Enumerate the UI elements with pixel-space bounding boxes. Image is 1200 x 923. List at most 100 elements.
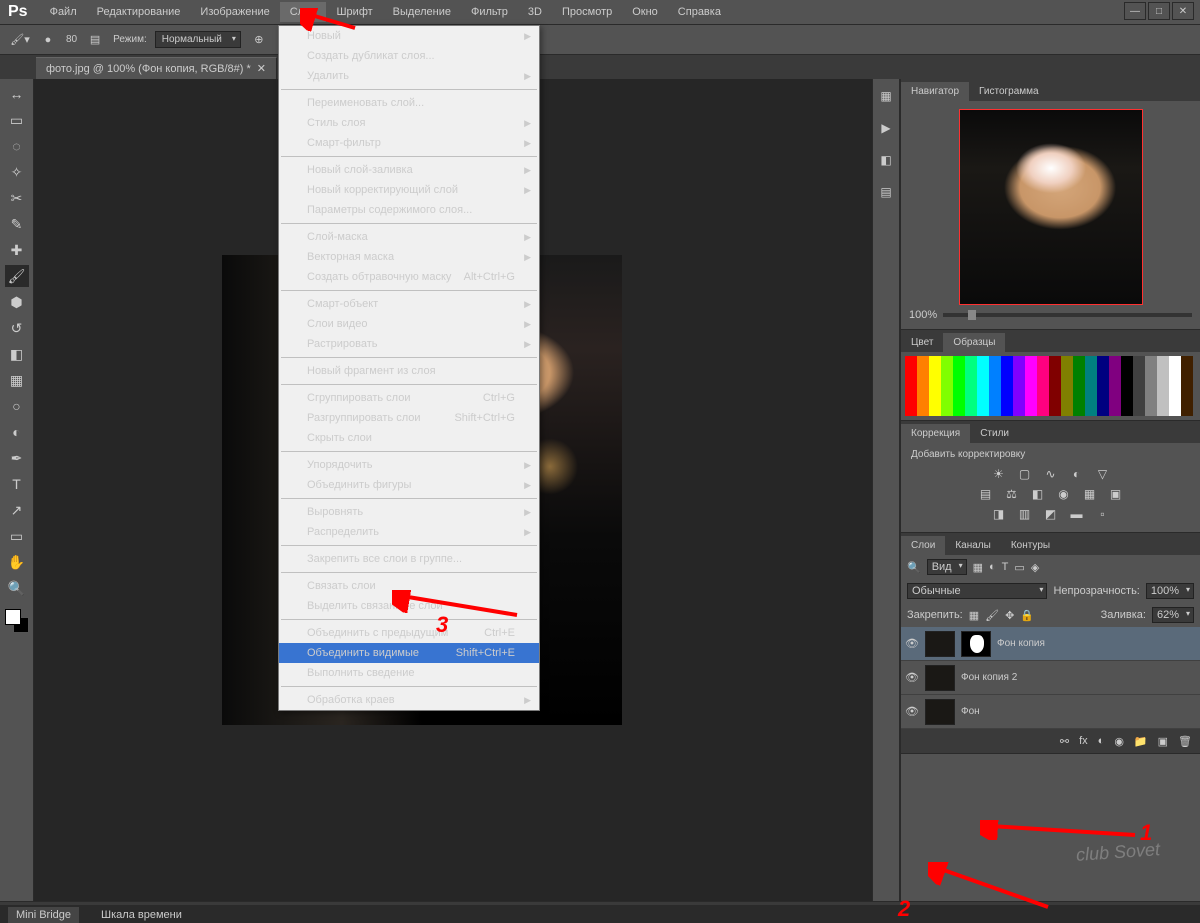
swatch-cell[interactable] (941, 404, 953, 416)
new-group-icon[interactable]: 📁 (1134, 735, 1148, 748)
swatch-cell[interactable] (1097, 368, 1109, 380)
tab-color[interactable]: Цвет (901, 333, 943, 352)
tab-swatches[interactable]: Образцы (943, 333, 1005, 352)
swatch-cell[interactable] (1061, 392, 1073, 404)
tool-stamp[interactable]: ⬢ (5, 291, 29, 313)
adj-exposure-icon[interactable]: ◐ (1069, 466, 1085, 482)
menu-item[interactable]: Слой-маска▶ (279, 227, 539, 247)
maximize-button[interactable]: □ (1148, 2, 1170, 20)
swatch-cell[interactable] (1157, 404, 1169, 416)
swatch-cell[interactable] (1037, 380, 1049, 392)
swatch-cell[interactable] (1121, 392, 1133, 404)
menu-item[interactable]: Создать обтравочную маскуAlt+Ctrl+G (279, 267, 539, 287)
swatch-cell[interactable] (1073, 356, 1085, 368)
menu-item[interactable]: Векторная маска▶ (279, 247, 539, 267)
layer-name[interactable]: Фон (961, 706, 980, 717)
swatch-cell[interactable] (1121, 368, 1133, 380)
swatch-cell[interactable] (977, 356, 989, 368)
layer-row[interactable]: 👁Фон копия 2 (901, 661, 1200, 695)
swatch-cell[interactable] (989, 356, 1001, 368)
menu-item[interactable]: Стиль слоя▶ (279, 113, 539, 133)
menu-выделение[interactable]: Выделение (383, 2, 461, 22)
lock-position-icon[interactable]: ✥ (1005, 609, 1014, 622)
opt-icon-1[interactable]: ⊕ (249, 30, 269, 50)
layer-row[interactable]: 👁Фон (901, 695, 1200, 729)
swatch-cell[interactable] (1181, 380, 1193, 392)
close-tab-icon[interactable]: ✕ (257, 62, 266, 75)
swatch-cell[interactable] (1097, 380, 1109, 392)
swatch-cell[interactable] (941, 380, 953, 392)
tab-channels[interactable]: Каналы (945, 536, 1001, 555)
adj-poster-icon[interactable]: ▥ (1017, 506, 1033, 522)
visibility-icon[interactable]: 👁 (905, 637, 919, 650)
panel-strip-icon[interactable]: ▤ (877, 183, 895, 201)
swatch-cell[interactable] (1109, 368, 1121, 380)
swatch-cell[interactable] (1145, 392, 1157, 404)
layer-thumbnail[interactable] (925, 699, 955, 725)
swatch-cell[interactable] (905, 380, 917, 392)
adj-curves-icon[interactable]: ∿ (1043, 466, 1059, 482)
menu-item[interactable]: Новый слой-заливка▶ (279, 160, 539, 180)
menu-справка[interactable]: Справка (668, 2, 731, 22)
tool-path[interactable]: ↗ (5, 499, 29, 521)
swatch-cell[interactable] (941, 356, 953, 368)
adj-hue-icon[interactable]: ▤ (978, 486, 994, 502)
adj-bw-icon[interactable]: ◧ (1030, 486, 1046, 502)
swatch-cell[interactable] (1025, 368, 1037, 380)
tool-text[interactable]: T (5, 473, 29, 495)
swatch-cell[interactable] (977, 368, 989, 380)
close-button[interactable]: ✕ (1172, 2, 1194, 20)
swatch-cell[interactable] (965, 368, 977, 380)
swatch-cell[interactable] (1073, 404, 1085, 416)
swatch-cell[interactable] (1169, 368, 1181, 380)
swatch-cell[interactable] (953, 392, 965, 404)
tab-timeline[interactable]: Шкала времени (93, 907, 190, 923)
delete-layer-icon[interactable]: 🗑 (1178, 735, 1192, 748)
swatch-cell[interactable] (1061, 380, 1073, 392)
swatch-cell[interactable] (977, 392, 989, 404)
swatch-cell[interactable] (1037, 404, 1049, 416)
swatch-cell[interactable] (1109, 356, 1121, 368)
menu-шрифт[interactable]: Шрифт (326, 2, 382, 22)
swatch-cell[interactable] (1073, 380, 1085, 392)
tool-history[interactable]: ↺ (5, 317, 29, 339)
swatch-cell[interactable] (989, 392, 1001, 404)
swatch-cell[interactable] (1037, 392, 1049, 404)
menu-item[interactable]: Слои видео▶ (279, 314, 539, 334)
layer-name[interactable]: Фон копия 2 (961, 672, 1017, 683)
navigator-zoom-slider[interactable] (943, 313, 1192, 317)
swatch-cell[interactable] (965, 356, 977, 368)
tool-blur[interactable]: ○ (5, 395, 29, 417)
tool-crop[interactable]: ✂ (5, 187, 29, 209)
swatch-cell[interactable] (917, 404, 929, 416)
tab-mini-bridge[interactable]: Mini Bridge (8, 907, 79, 923)
filter-adjust-icon[interactable]: ◐ (989, 561, 996, 573)
layer-row[interactable]: 👁Фон копия (901, 627, 1200, 661)
mask-thumbnail[interactable] (961, 631, 991, 657)
swatch-cell[interactable] (1169, 356, 1181, 368)
swatch-cell[interactable] (1145, 356, 1157, 368)
swatch-cell[interactable] (1013, 392, 1025, 404)
tool-eyedrop[interactable]: ✎ (5, 213, 29, 235)
swatch-cell[interactable] (1133, 380, 1145, 392)
swatch-cell[interactable] (1049, 368, 1061, 380)
swatch-cell[interactable] (953, 356, 965, 368)
swatch-cell[interactable] (965, 380, 977, 392)
swatch-cell[interactable] (989, 404, 1001, 416)
tab-layers[interactable]: Слои (901, 536, 945, 555)
swatch-cell[interactable] (929, 404, 941, 416)
swatch-cell[interactable] (917, 380, 929, 392)
adj-balance-icon[interactable]: ⚖ (1004, 486, 1020, 502)
brush-panel-icon[interactable]: ▤ (85, 30, 105, 50)
swatch-cell[interactable] (977, 404, 989, 416)
swatch-cell[interactable] (1097, 356, 1109, 368)
tool-pen[interactable]: ✒ (5, 447, 29, 469)
swatch-cell[interactable] (1085, 404, 1097, 416)
swatch-cell[interactable] (1157, 392, 1169, 404)
menu-фильтр[interactable]: Фильтр (461, 2, 518, 22)
swatch-cell[interactable] (1073, 392, 1085, 404)
adj-vibrance-icon[interactable]: ▽ (1095, 466, 1111, 482)
menu-item[interactable]: Смарт-объект▶ (279, 294, 539, 314)
tool-heal[interactable]: ✚ (5, 239, 29, 261)
new-adjustment-icon[interactable]: ◉ (1114, 735, 1124, 748)
